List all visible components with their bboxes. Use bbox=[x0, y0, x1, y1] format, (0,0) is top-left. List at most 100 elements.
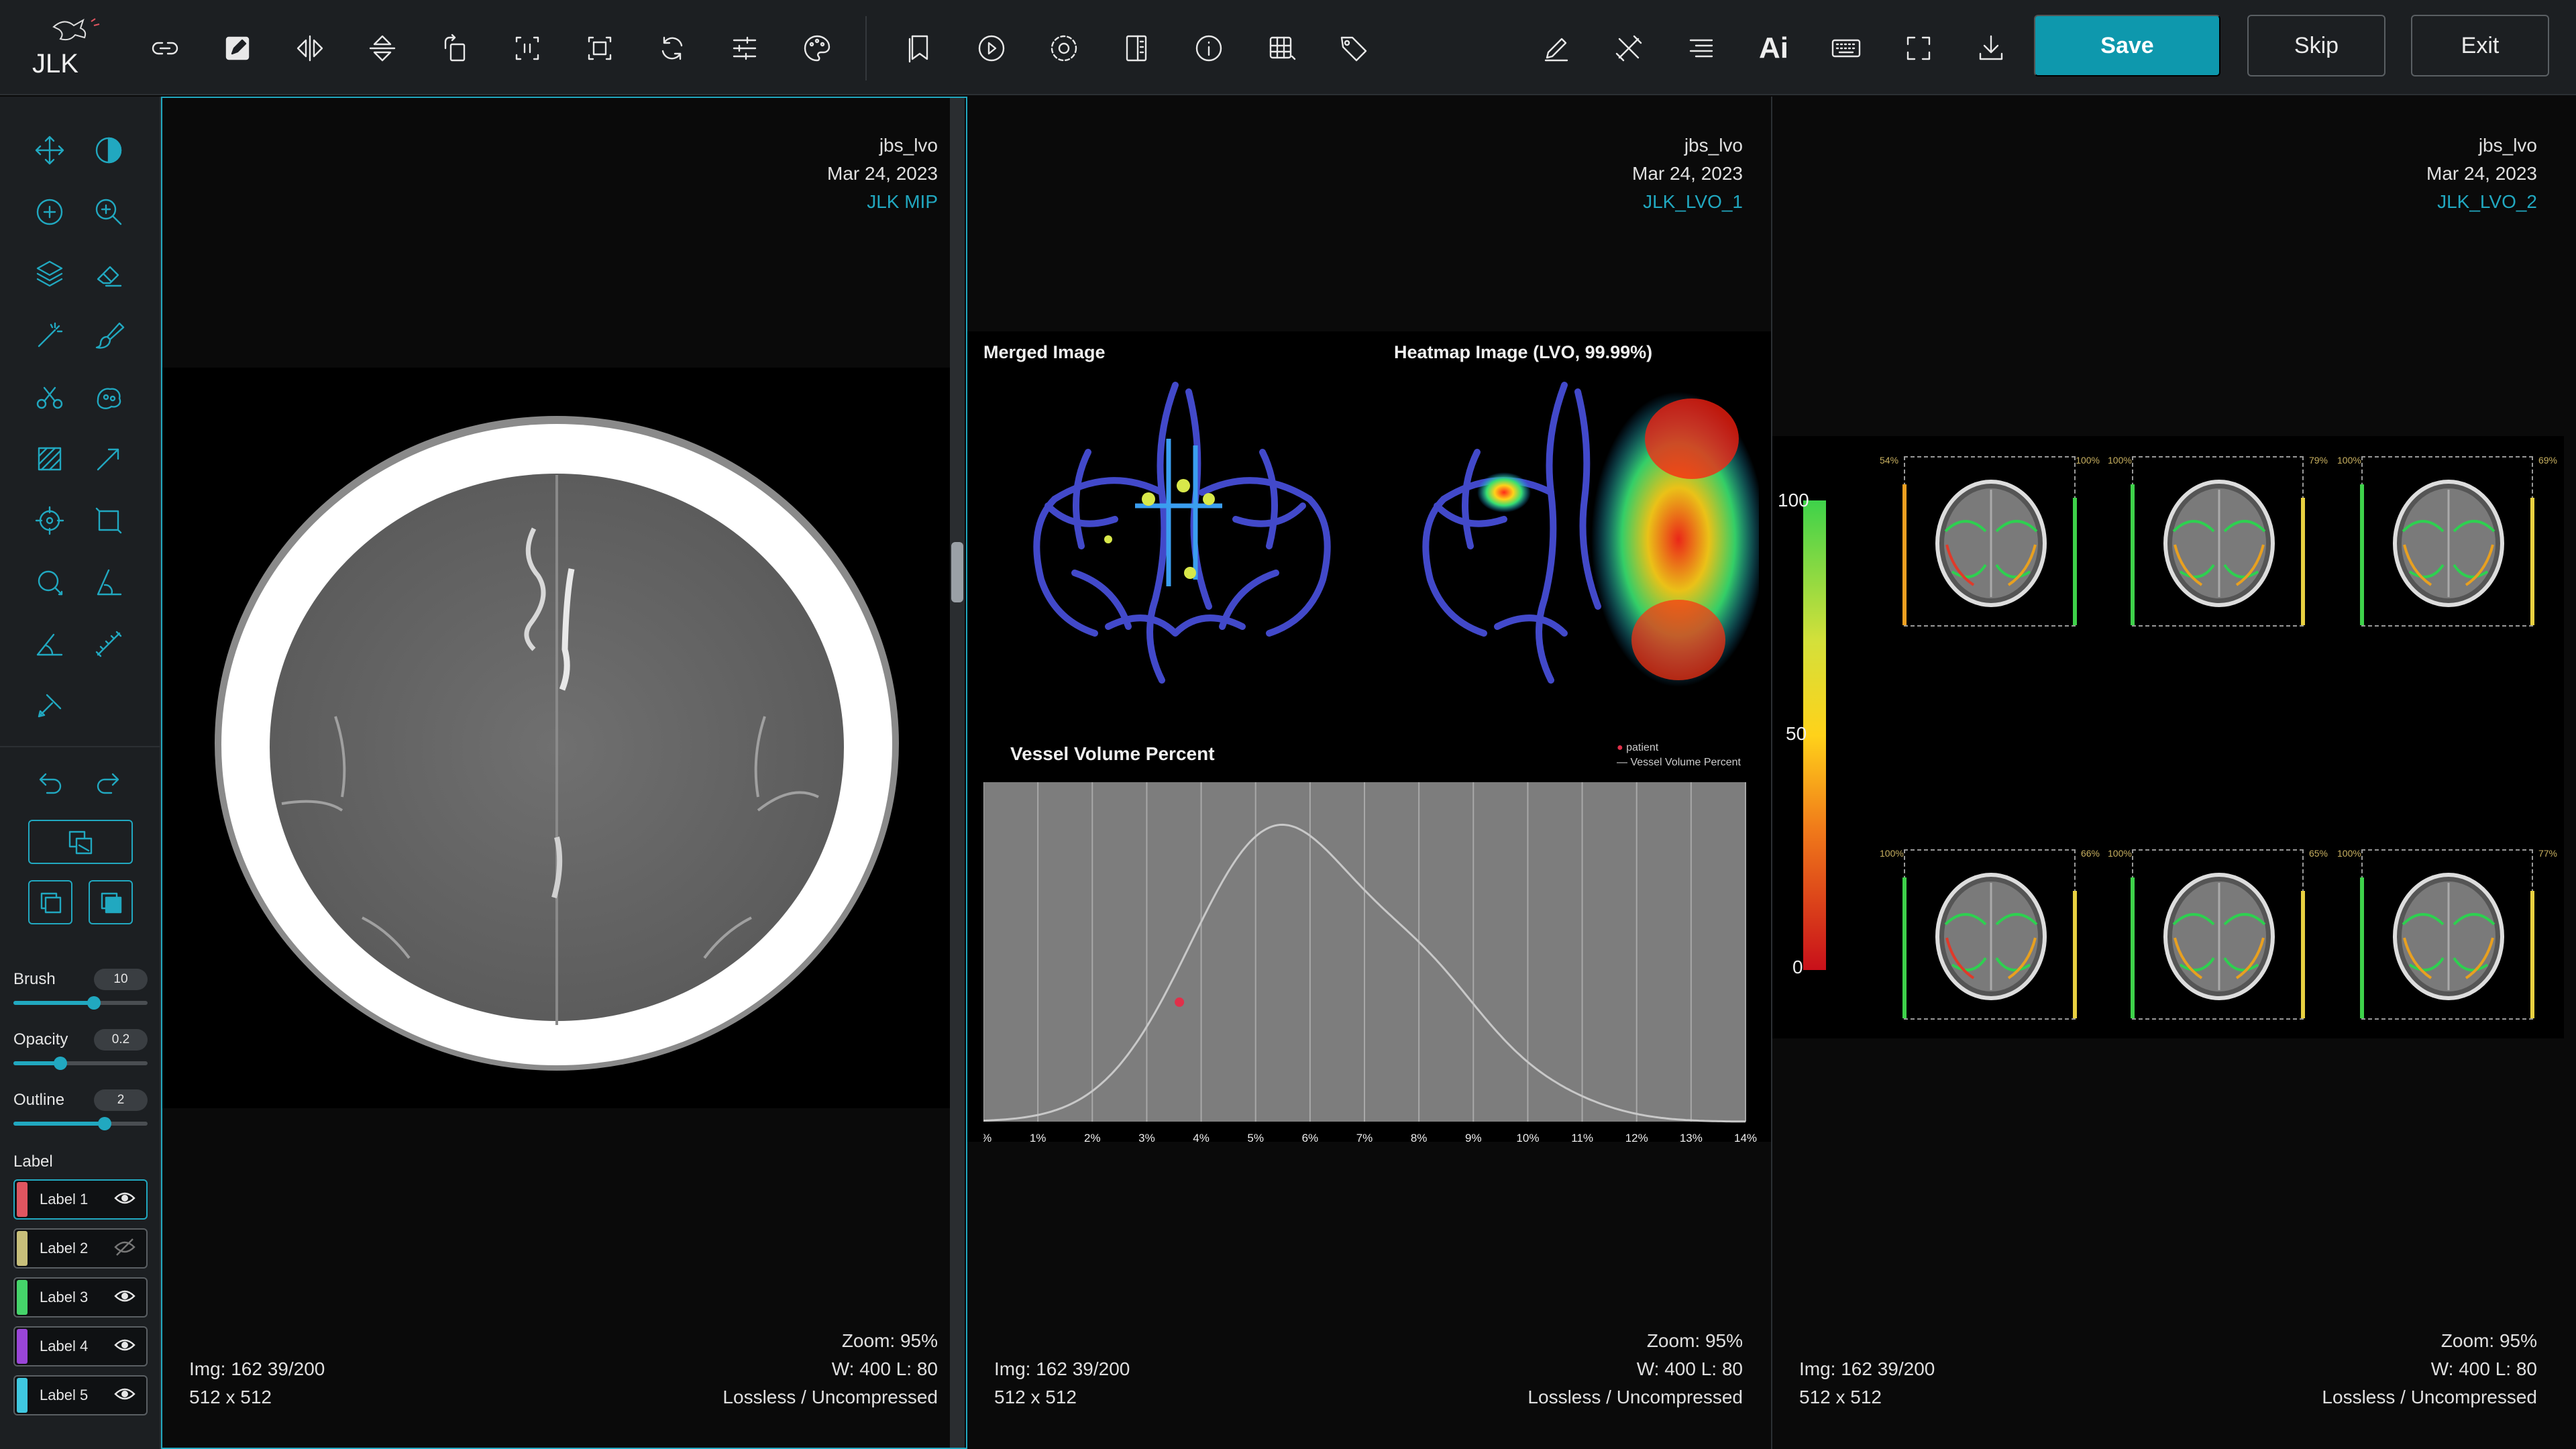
fullscreen-icon[interactable] bbox=[1900, 30, 1937, 67]
label-color-swatch bbox=[17, 1280, 28, 1315]
brush-icon[interactable] bbox=[89, 315, 129, 356]
bookmark-icon[interactable] bbox=[900, 30, 938, 67]
viewport-lvo-2[interactable]: 100 50 0 54% 100% 100% 79% 100% 69% 100% 66% 100… bbox=[1772, 97, 2576, 1449]
contrast-icon[interactable] bbox=[89, 130, 129, 170]
merged-vessel-image bbox=[1033, 382, 1331, 684]
flip-horizontal-icon[interactable] bbox=[291, 30, 329, 67]
left-score: 100% bbox=[2108, 848, 2132, 859]
eye-icon[interactable] bbox=[113, 1186, 140, 1213]
heatmap-vessel-image bbox=[1422, 382, 1759, 687]
aspects-thumbnail: 54% 100% bbox=[1880, 455, 2100, 627]
probe-icon[interactable] bbox=[30, 686, 70, 726]
cobb-angle-icon[interactable] bbox=[30, 624, 70, 664]
scissors-icon[interactable] bbox=[30, 377, 70, 417]
duplicate-button[interactable] bbox=[28, 880, 72, 924]
eye-icon[interactable] bbox=[113, 1333, 140, 1360]
left-score: 54% bbox=[1880, 455, 1899, 466]
move-icon[interactable] bbox=[30, 130, 70, 170]
outline-slider-handle[interactable] bbox=[98, 1117, 111, 1130]
eye-icon[interactable] bbox=[113, 1284, 140, 1311]
overlay-bottom-right: Zoom: 95% W: 400 L: 80 Lossless / Uncomp… bbox=[2322, 1327, 2537, 1411]
edit-square-icon[interactable] bbox=[219, 30, 256, 67]
label-item-4[interactable]: Label 4 bbox=[13, 1326, 148, 1366]
study-date: Mar 24, 2023 bbox=[2426, 163, 2537, 184]
brush-slider-handle[interactable] bbox=[87, 996, 101, 1010]
magnifier-icon[interactable] bbox=[89, 192, 129, 232]
opacity-value[interactable]: 0.2 bbox=[94, 1029, 148, 1051]
outline-value[interactable]: 2 bbox=[94, 1089, 148, 1111]
rotate-icon[interactable] bbox=[436, 30, 474, 67]
redo-icon[interactable] bbox=[89, 763, 129, 804]
list-icon[interactable] bbox=[1682, 30, 1720, 67]
download-icon[interactable] bbox=[1972, 30, 2010, 67]
opacity-slider-handle[interactable] bbox=[54, 1057, 67, 1070]
hatch-icon[interactable] bbox=[30, 439, 70, 479]
palette-icon[interactable] bbox=[798, 30, 836, 67]
link-icon[interactable] bbox=[146, 30, 184, 67]
chart-x-tick: 9% bbox=[1465, 1132, 1482, 1144]
label-item-5[interactable]: Label 5 bbox=[13, 1375, 148, 1415]
pencil-icon[interactable] bbox=[1538, 30, 1575, 67]
tag-icon[interactable] bbox=[1335, 30, 1373, 67]
label-item-2[interactable]: Label 2 bbox=[13, 1228, 148, 1269]
settings-circle-icon[interactable] bbox=[1045, 30, 1083, 67]
chart-x-tick: 5% bbox=[1247, 1132, 1264, 1144]
grid-report-icon[interactable] bbox=[1263, 30, 1300, 67]
toolbar-divider bbox=[865, 16, 867, 80]
save-button[interactable]: Save bbox=[2034, 15, 2220, 76]
tools-icon[interactable] bbox=[1610, 30, 1648, 67]
aspects-thumbnail: 100% 66% bbox=[1880, 848, 2100, 1020]
right-score-bar bbox=[2301, 498, 2305, 625]
fit-screen-icon[interactable] bbox=[581, 30, 619, 67]
keyboard-icon[interactable] bbox=[1827, 30, 1865, 67]
copy-region-button[interactable] bbox=[28, 820, 133, 864]
skip-button[interactable]: Skip bbox=[2247, 15, 2385, 76]
brain-slice-image bbox=[2393, 480, 2504, 607]
label-item-3[interactable]: Label 3 bbox=[13, 1277, 148, 1318]
adjust-sliders-icon[interactable] bbox=[726, 30, 763, 67]
label-item-1[interactable]: Label 1 bbox=[13, 1179, 148, 1220]
ai-icon[interactable]: Ai bbox=[1755, 30, 1792, 67]
outline-slider[interactable] bbox=[13, 1117, 148, 1130]
zoom-in-icon[interactable] bbox=[30, 192, 70, 232]
brush-value[interactable]: 10 bbox=[94, 969, 148, 990]
region-icon[interactable] bbox=[89, 377, 129, 417]
viewport-scrollbar-thumb[interactable] bbox=[951, 542, 963, 602]
arrow-icon[interactable] bbox=[89, 439, 129, 479]
left-score: 100% bbox=[1880, 848, 1904, 859]
fit-one-to-one-icon[interactable] bbox=[508, 30, 546, 67]
outline-label: Outline bbox=[13, 1091, 65, 1109]
play-icon[interactable] bbox=[973, 30, 1010, 67]
study-date: Mar 24, 2023 bbox=[1632, 163, 1743, 184]
angle-icon[interactable] bbox=[89, 562, 129, 602]
copy-region-icon bbox=[60, 822, 101, 863]
info-icon[interactable] bbox=[1190, 30, 1228, 67]
layers-icon[interactable] bbox=[30, 254, 70, 294]
flip-vertical-icon[interactable] bbox=[364, 30, 401, 67]
viewport-lvo-1[interactable]: Merged Image Heatmap Image (LVO, 99.99%) bbox=[967, 97, 1771, 1449]
lasso-icon[interactable] bbox=[30, 562, 70, 602]
crop-icon[interactable] bbox=[89, 500, 129, 541]
window-level: W: 400 L: 80 bbox=[1636, 1358, 1743, 1379]
undo-icon[interactable] bbox=[30, 763, 70, 804]
brush-slider[interactable] bbox=[13, 996, 148, 1010]
duplicate-filled-button[interactable] bbox=[89, 880, 133, 924]
magic-wand-icon[interactable] bbox=[30, 315, 70, 356]
chart-x-tick: 1% bbox=[1030, 1132, 1046, 1144]
viewport-scrollbar[interactable] bbox=[950, 97, 965, 1449]
eye-icon[interactable] bbox=[113, 1382, 140, 1409]
ruler-icon[interactable] bbox=[89, 624, 129, 664]
eye-off-icon[interactable] bbox=[113, 1235, 140, 1262]
crosshair-icon[interactable] bbox=[30, 500, 70, 541]
eraser-icon[interactable] bbox=[89, 254, 129, 294]
opacity-slider[interactable] bbox=[13, 1057, 148, 1070]
lvo-report-image: Merged Image Heatmap Image (LVO, 99.99%) bbox=[967, 331, 1771, 1144]
sync-icon[interactable] bbox=[653, 30, 691, 67]
vessel-volume-chart: 0% 1% 2% 3% 4% 5% 6% 7% 8% 9% 10% 11% 12% 13% 14% bbox=[983, 782, 1757, 1144]
exit-button[interactable]: Exit bbox=[2411, 15, 2549, 76]
chart-x-tick: 4% bbox=[1193, 1132, 1210, 1144]
patient-name: jbs_lvo bbox=[1684, 135, 1743, 156]
overlay-bottom-left: Img: 162 39/200 512 x 512 bbox=[189, 1355, 325, 1411]
panel-icon[interactable] bbox=[1118, 30, 1155, 67]
viewport-mip[interactable]: jbs_lvo Mar 24, 2023 JLK MIP Img: 162 39… bbox=[161, 97, 966, 1449]
